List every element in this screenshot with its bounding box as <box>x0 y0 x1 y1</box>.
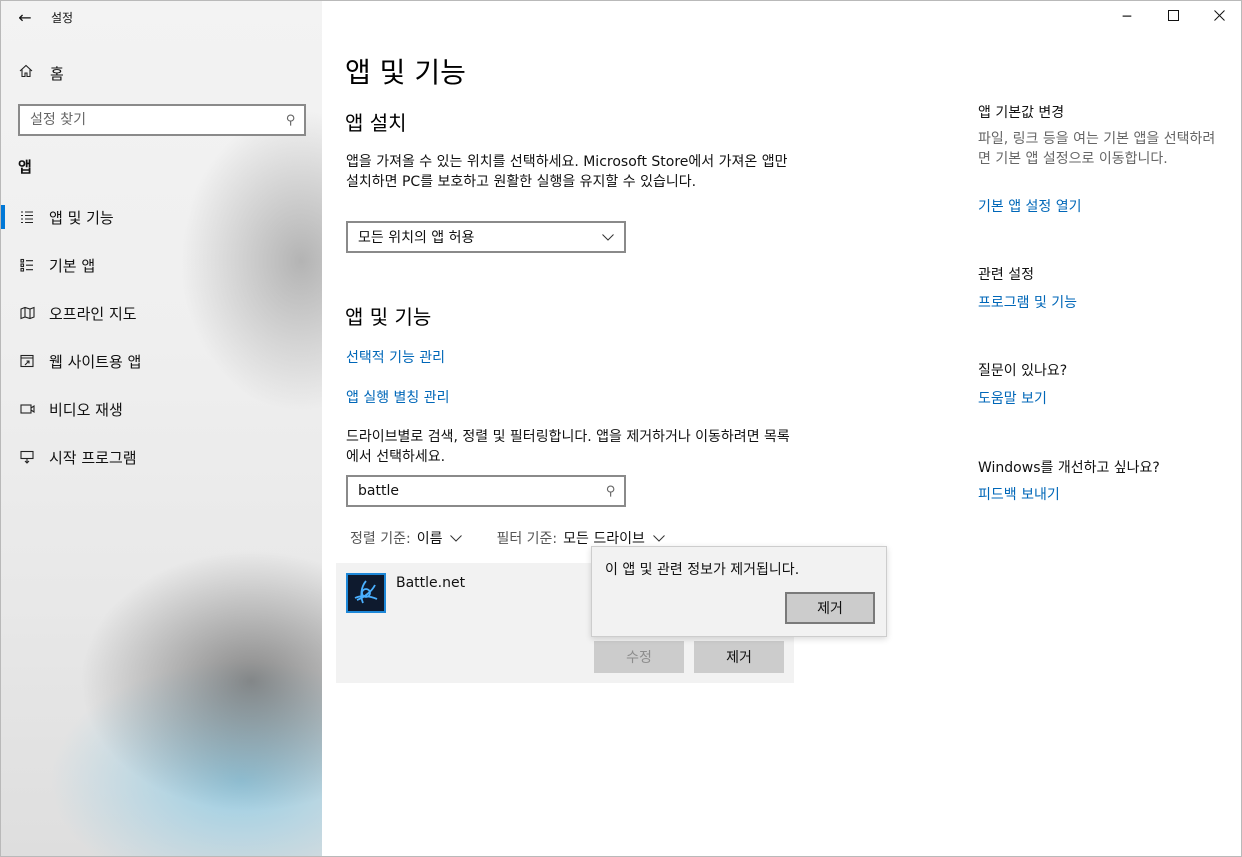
related-settings-heading: 관련 설정 <box>978 267 1034 283</box>
search-icon[interactable]: ⚲ <box>286 113 296 128</box>
back-arrow-icon: ← <box>18 7 32 27</box>
confirm-uninstall-button[interactable]: 제거 <box>785 592 875 624</box>
sidebar-item-label: 오프라인 지도 <box>49 304 137 323</box>
sidebar-item-video-playback[interactable]: 비디오 재생 <box>1 385 322 433</box>
sidebar-section-heading: 앱 <box>18 158 32 176</box>
startup-icon <box>19 449 35 465</box>
title-bar: ← 설정 <box>1 1 322 33</box>
maximize-icon <box>1167 9 1179 25</box>
back-button[interactable]: ← <box>1 1 49 33</box>
optional-features-link[interactable]: 선택적 기능 관리 <box>346 347 445 367</box>
filter-key-label: 필터 기준: <box>496 531 558 547</box>
sidebar-item-label: 홈 <box>50 64 64 83</box>
close-icon <box>1213 9 1225 25</box>
main-content: ─ 앱 및 기능 앱 설치 앱을 가져올 수 있는 위치를 선택하세요. Mic… <box>322 1 1241 856</box>
settings-search-box[interactable]: ⚲ <box>18 104 306 136</box>
settings-window: ← 설정 홈 ⚲ 앱 앱 및 기능 <box>0 0 1242 857</box>
offline-maps-icon <box>19 305 35 321</box>
uninstall-confirm-flyout: 이 앱 및 관련 정보가 제거됩니다. 제거 <box>591 546 887 637</box>
app-search-box[interactable]: ⚲ <box>346 475 626 507</box>
improve-windows-heading: Windows를 개선하고 싶나요? <box>978 460 1160 476</box>
dropdown-value: 모든 위치의 앱 허용 <box>358 230 475 246</box>
sidebar: ← 설정 홈 ⚲ 앱 앱 및 기능 <box>1 1 322 856</box>
sidebar-item-label: 웹 사이트용 앱 <box>49 352 142 371</box>
close-button[interactable] <box>1196 1 1241 33</box>
settings-search-input[interactable] <box>30 112 287 128</box>
flyout-message: 이 앱 및 관련 정보가 제거됩니다. <box>605 562 800 578</box>
apps-heading: 앱 및 기능 <box>345 305 432 329</box>
get-help-link[interactable]: 도움말 보기 <box>978 388 1047 408</box>
sidebar-item-label: 비디오 재생 <box>49 400 123 419</box>
install-source-dropdown[interactable]: 모든 위치의 앱 허용 <box>346 221 626 253</box>
chevron-down-icon <box>653 532 665 545</box>
filter-value: 모든 드라이브 <box>563 531 645 547</box>
sidebar-item-apps-features[interactable]: 앱 및 기능 <box>1 193 322 241</box>
minimize-button[interactable]: ─ <box>1104 1 1150 33</box>
window-title: 설정 <box>51 10 74 25</box>
sidebar-item-home[interactable]: 홈 <box>1 57 322 89</box>
app-execution-aliases-link[interactable]: 앱 실행 별칭 관리 <box>346 387 450 407</box>
default-apps-heading: 앱 기본값 변경 <box>978 105 1065 121</box>
sort-value: 이름 <box>416 531 443 547</box>
install-heading: 앱 설치 <box>345 111 407 135</box>
modify-button[interactable]: 수정 <box>594 641 684 673</box>
open-default-apps-link[interactable]: 기본 앱 설정 열기 <box>978 196 1082 216</box>
page-title: 앱 및 기능 <box>345 56 466 89</box>
apps-features-icon <box>19 209 35 225</box>
app-name: Battle.net <box>396 575 466 591</box>
question-heading: 질문이 있나요? <box>978 363 1068 379</box>
programs-features-link[interactable]: 프로그램 및 기능 <box>978 292 1077 312</box>
uninstall-button[interactable]: 제거 <box>694 641 784 673</box>
maximize-button[interactable] <box>1150 1 1196 33</box>
sidebar-item-label: 시작 프로그램 <box>49 448 137 467</box>
filter-dropdown[interactable]: 필터 기준: 모든 드라이브 <box>496 528 665 548</box>
install-description: 앱을 가져올 수 있는 위치를 선택하세요. Microsoft Store에서… <box>346 154 788 190</box>
chevron-down-icon <box>602 231 614 244</box>
default-apps-description: 파일, 링크 등을 여는 기본 앱을 선택하려면 기본 앱 설정으로 이동합니다… <box>978 131 1216 167</box>
chevron-down-icon <box>450 532 463 545</box>
window-controls: ─ <box>1104 1 1241 33</box>
minimize-icon: ─ <box>1122 9 1132 25</box>
apps-for-websites-icon <box>19 353 35 369</box>
sidebar-item-apps-for-websites[interactable]: 웹 사이트용 앱 <box>1 337 322 385</box>
default-apps-icon <box>19 257 35 273</box>
home-icon <box>19 64 37 82</box>
apps-description: 드라이브별로 검색, 정렬 및 필터링합니다. 앱을 제거하거나 이동하려면 목… <box>346 429 790 465</box>
app-search-input[interactable] <box>358 483 607 499</box>
sidebar-item-label: 기본 앱 <box>49 256 96 275</box>
video-playback-icon <box>19 401 35 417</box>
sort-filter-bar: 정렬 기준: 이름 필터 기준: 모든 드라이브 <box>350 528 665 548</box>
sort-key-label: 정렬 기준: <box>350 531 411 547</box>
sidebar-nav: 앱 및 기능 기본 앱 오프라인 지도 웹 사이트용 앱 비디오 재생 시작 프… <box>1 193 322 481</box>
give-feedback-link[interactable]: 피드백 보내기 <box>978 484 1060 504</box>
sidebar-item-startup[interactable]: 시작 프로그램 <box>1 433 322 481</box>
search-icon[interactable]: ⚲ <box>606 484 616 499</box>
sort-dropdown[interactable]: 정렬 기준: 이름 <box>350 528 463 548</box>
sidebar-item-offline-maps[interactable]: 오프라인 지도 <box>1 289 322 337</box>
battle-net-app-icon <box>346 573 386 613</box>
sidebar-item-default-apps[interactable]: 기본 앱 <box>1 241 322 289</box>
sidebar-item-label: 앱 및 기능 <box>49 208 114 227</box>
